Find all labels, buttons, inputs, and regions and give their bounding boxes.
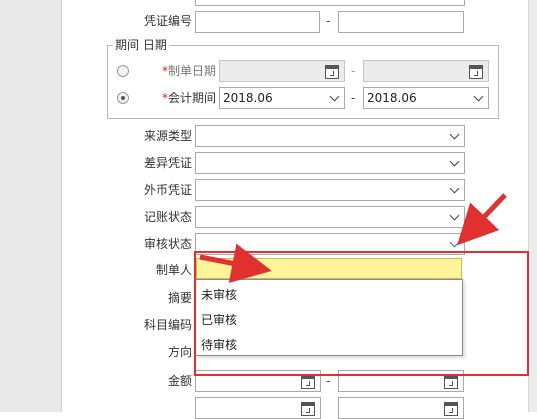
arrow-to-creator — [199, 243, 272, 283]
arrow-to-audit-status — [457, 193, 507, 246]
annotation-arrows — [199, 193, 507, 283]
